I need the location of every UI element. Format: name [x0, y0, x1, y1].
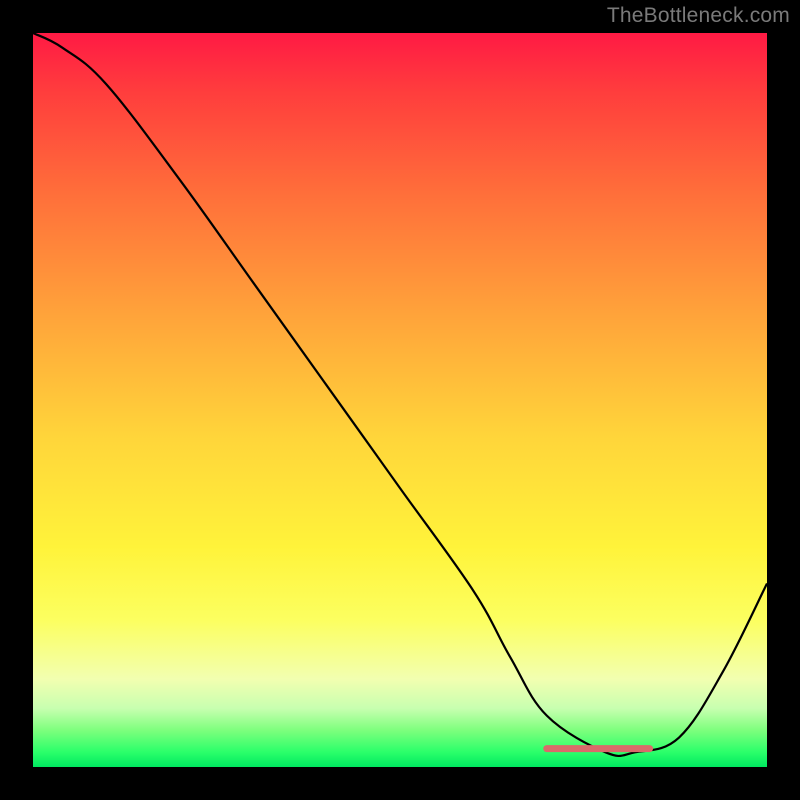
bottleneck-curve [33, 33, 767, 767]
watermark-label: TheBottleneck.com [607, 4, 790, 28]
curve-path [33, 33, 767, 756]
chart-frame: TheBottleneck.com [0, 0, 800, 800]
plot-area [33, 33, 767, 767]
